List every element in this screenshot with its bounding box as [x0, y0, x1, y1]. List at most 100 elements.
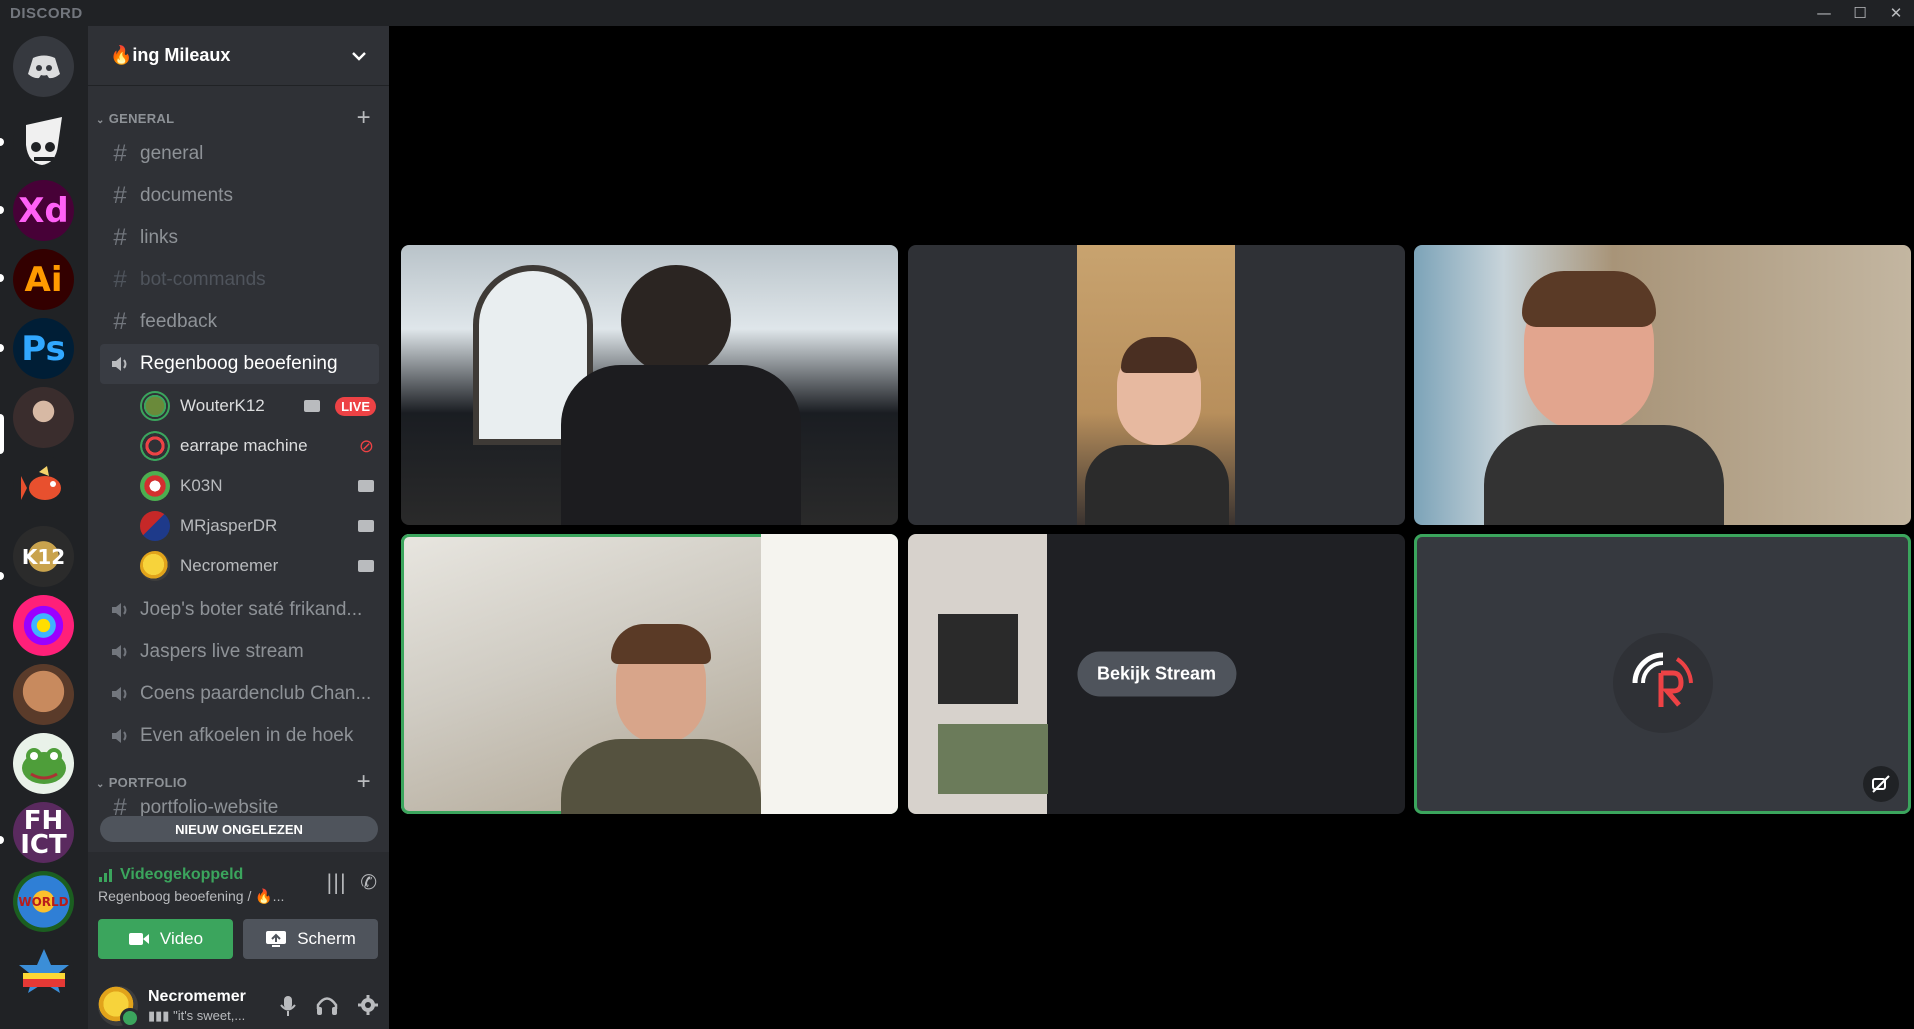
server-ps[interactable]: Ps — [13, 318, 74, 379]
video-off-icon: ⊘ — [358, 436, 374, 456]
channel-bot-commands[interactable]: # bot-commands — [100, 260, 379, 300]
server-xd[interactable]: Xd — [13, 180, 74, 241]
server-k12[interactable]: K12 — [13, 526, 74, 587]
person-hair — [611, 624, 711, 664]
speaker-icon — [110, 355, 130, 373]
home-button[interactable] — [13, 36, 74, 97]
video-tile-earrape-machine[interactable] — [908, 245, 1405, 525]
voice-user-earrape-machine[interactable]: earrape machine ⊘ — [140, 426, 376, 466]
hash-icon: # — [113, 224, 127, 251]
guild-header[interactable]: 🔥ing Mileaux — [88, 26, 389, 86]
category-chevron-icon: ⌄ — [96, 778, 105, 790]
user-panel: Necromemer ▮▮▮ "it's sweet,... — [88, 982, 389, 1029]
user-name: earrape machine — [180, 436, 308, 455]
user-panel-name: Necromemer — [148, 987, 246, 1005]
screen-share-icon — [266, 931, 287, 947]
server-ai[interactable]: Ai — [13, 249, 74, 310]
channel-label: Regenboog beoefening — [140, 353, 338, 374]
channel-label: documents — [140, 185, 233, 206]
person-hair — [1121, 337, 1197, 373]
category-general[interactable]: ⌄ GENERAL + — [88, 104, 389, 132]
channel-label: Coens paardenclub Chan... — [140, 683, 372, 704]
unread-indicator — [0, 344, 4, 352]
person-body — [1484, 425, 1724, 525]
channel-documents[interactable]: # documents — [100, 176, 379, 216]
video-camera-icon — [128, 933, 149, 945]
selected-indicator — [0, 414, 4, 454]
channel-label: bot-commands — [140, 269, 266, 290]
settings-gear-icon[interactable] — [357, 994, 379, 1016]
avatar — [140, 391, 170, 421]
person-hair — [1522, 271, 1656, 327]
video-tile-no-camera[interactable] — [1414, 534, 1911, 814]
user-name: MRjasperDR — [180, 516, 278, 535]
avatar — [140, 471, 170, 501]
new-unread-banner[interactable]: NIEUW ONGELEZEN — [100, 816, 378, 842]
voice-status-label[interactable]: Videogekoppeld — [120, 866, 243, 884]
chevron-down-icon — [352, 51, 366, 61]
voice-channel-jaspers[interactable]: Jaspers live stream — [100, 632, 379, 672]
server-pepe[interactable] — [13, 733, 74, 794]
noise-suppression-icon[interactable]: ||| — [326, 870, 346, 894]
voice-channel-regenboog[interactable]: Regenboog beoefening — [100, 344, 379, 384]
voice-user-k03n[interactable]: K03N — [140, 466, 376, 506]
minimize-button[interactable]: — — [1806, 0, 1842, 26]
voice-user-wouterk12[interactable]: WouterK12 LIVE — [140, 386, 376, 426]
channel-sidebar: 🔥ing Mileaux ⌄ GENERAL + # general # docume… — [88, 26, 389, 1029]
channel-label: general — [140, 143, 204, 164]
video-tile-stream[interactable]: Bekijk Stream — [908, 534, 1405, 814]
server-rainbow[interactable] — [13, 595, 74, 656]
portrait-video — [1077, 245, 1235, 525]
add-channel-icon[interactable]: + — [357, 104, 371, 132]
channel-general[interactable]: # general — [100, 134, 379, 174]
channel-links[interactable]: # links — [100, 218, 379, 258]
unread-indicator — [0, 572, 4, 580]
skull-icon — [25, 116, 62, 165]
channel-label: Even afkoelen in de hoek — [140, 725, 354, 746]
video-button-label: Video — [159, 929, 204, 948]
server-fhict[interactable]: FH ICT — [13, 802, 74, 863]
video-tile-wouterk12[interactable] — [401, 245, 898, 525]
server-ncloud[interactable] — [13, 941, 74, 1002]
user-avatar[interactable] — [98, 985, 140, 1028]
server-clubworld[interactable]: WORLD — [13, 871, 74, 932]
logo-r-icon — [1632, 652, 1693, 707]
server-magikarp[interactable] — [13, 456, 74, 517]
screen-share-button[interactable]: Scherm — [243, 919, 378, 959]
unread-indicator — [0, 836, 4, 844]
server-avatar-girl[interactable] — [13, 387, 74, 448]
video-tile-necromemer[interactable] — [401, 534, 898, 814]
user-info[interactable]: Necromemer ▮▮▮ "it's sweet,... — [148, 988, 279, 1024]
channel-feedback[interactable]: # feedback — [100, 302, 379, 342]
video-button[interactable]: Video — [98, 919, 233, 959]
watch-stream-button[interactable]: Bekijk Stream — [1076, 651, 1237, 697]
voice-user-mrjasperdr[interactable]: MRjasperDR — [140, 506, 376, 546]
speaker-icon — [110, 601, 130, 619]
star-icon — [18, 948, 69, 993]
live-badge: LIVE — [335, 397, 376, 416]
video-stage: Bekijk Stream — [389, 26, 1914, 1029]
headphones-icon[interactable] — [315, 994, 339, 1016]
unread-indicator — [0, 206, 4, 214]
voice-channel-coens[interactable]: Coens paardenclub Chan... — [100, 674, 379, 714]
server-face[interactable] — [13, 664, 74, 725]
hash-icon: # — [113, 140, 127, 167]
close-button[interactable]: ✕ — [1878, 0, 1914, 26]
server-skull[interactable] — [13, 112, 74, 173]
voice-channel-even[interactable]: Even afkoelen in de hoek — [100, 716, 379, 756]
guild-name: 🔥ing Mileaux — [110, 45, 231, 65]
bright-window — [761, 534, 898, 814]
video-off-indicator — [1863, 766, 1899, 802]
voice-user-necromemer[interactable]: Necromemer — [140, 546, 376, 586]
add-channel-icon[interactable]: + — [357, 768, 371, 796]
avatar — [140, 551, 170, 581]
disconnect-icon[interactable]: ✆ — [360, 870, 377, 894]
voice-channel-joep[interactable]: Joep's boter saté frikand... — [100, 590, 379, 630]
server-list: Xd Ai Ps K12 FH ICT WORLD — [0, 26, 88, 1029]
microphone-icon[interactable] — [279, 994, 297, 1018]
maximize-button[interactable]: ☐ — [1842, 0, 1878, 26]
person-body — [1085, 445, 1229, 525]
hash-icon: # — [113, 266, 127, 293]
video-tile-k03n[interactable] — [1414, 245, 1911, 525]
channel-label: Joep's boter saté frikand... — [140, 599, 363, 620]
